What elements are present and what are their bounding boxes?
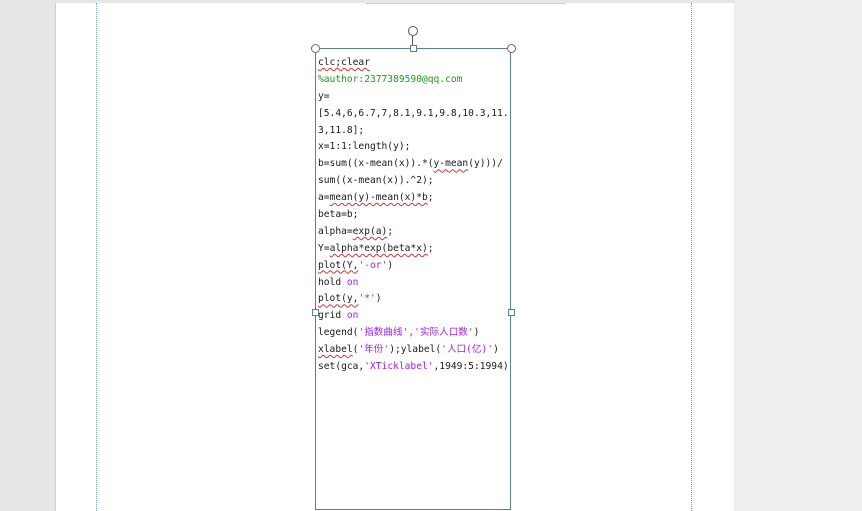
resize-handle-middle-left[interactable] <box>312 309 319 316</box>
code-line[interactable]: plot(Y,'-or') <box>318 258 510 275</box>
code-token: '指数曲线','实际人口数' <box>358 327 474 339</box>
left-margin-guide <box>96 3 97 511</box>
code-token: hold <box>318 276 347 288</box>
code-line[interactable]: plot(y,'*') <box>318 291 510 308</box>
code-token: ; <box>427 192 434 204</box>
code-token: exp(a) <box>352 225 388 237</box>
code-token: ) <box>493 344 499 356</box>
code-token: %author:2377389590@qq.com <box>318 73 463 85</box>
code-line[interactable]: alpha=exp(a); <box>318 224 510 241</box>
code-token: legend( <box>318 327 359 339</box>
code-content[interactable]: clc;clear %author:2377389590@qq.com y= [5.4… <box>318 55 510 376</box>
code-token: b=sum((x-mean(x)).*( <box>318 158 434 170</box>
code-token: alpha*exp(beta*x) <box>329 242 428 254</box>
code-token: ) <box>387 259 394 271</box>
code-line[interactable]: x=1:1:length(y); <box>318 139 510 156</box>
code-token: );ylabel( <box>389 344 442 356</box>
right-margin-guide <box>691 3 692 511</box>
rotate-handle[interactable] <box>408 26 418 36</box>
code-line[interactable]: [5.4,6,6.7,7,8.1,9.1,9.8,10.3,11. <box>318 106 510 123</box>
code-token: plot(Y, <box>318 259 359 271</box>
code-token: set(gca, <box>318 361 365 373</box>
code-token: xlabel <box>318 344 353 356</box>
code-line[interactable]: grid on <box>318 308 510 325</box>
code-token: on <box>346 276 359 288</box>
code-token: (y)))/ <box>468 158 503 170</box>
resize-handle-top-right[interactable] <box>507 44 516 53</box>
code-line[interactable]: b=sum((x-mean(x)).*(y-mean(y)))/ <box>318 156 510 173</box>
document-page[interactable]: clc;clear %author:2377389590@qq.com y= [5.4… <box>55 3 735 511</box>
code-line[interactable]: beta=b; <box>318 207 510 224</box>
code-token: ) <box>473 327 480 339</box>
resize-handle-top-left[interactable] <box>311 44 320 53</box>
code-line[interactable]: hold on <box>318 275 510 292</box>
resize-handle-top-center[interactable] <box>410 45 417 52</box>
code-line[interactable]: sum((x-mean(x)).^2); <box>318 173 510 190</box>
code-token: grid <box>318 310 347 322</box>
right-gutter <box>734 0 862 511</box>
code-line[interactable]: %author:2377389590@qq.com <box>318 72 510 89</box>
code-line[interactable]: clc;clear <box>318 55 510 72</box>
code-line[interactable]: xlabel('年份');ylabel('人口(亿)') <box>318 342 510 359</box>
code-token: '-or' <box>358 259 388 271</box>
code-token: x=1:1:length(y); <box>318 141 411 153</box>
code-token: Y= <box>318 242 330 254</box>
code-token: beta=b; <box>318 209 359 221</box>
code-line[interactable]: legend('指数曲线','实际人口数') <box>318 325 510 342</box>
code-line[interactable]: 3,11.8]; <box>318 123 510 140</box>
resize-handle-middle-right[interactable] <box>508 309 515 316</box>
code-token: [5.4,6,6.7,7,8.1,9.1,9.8,10.3,11. <box>318 107 509 119</box>
code-token: 'XTicklabel' <box>364 361 434 373</box>
code-line[interactable]: y= <box>318 89 510 106</box>
code-token: mean(y)-mean(x)*b <box>329 192 428 204</box>
code-token: ) <box>375 293 382 305</box>
code-line[interactable]: set(gca,'XTicklabel',1949:5:1994) <box>318 359 510 376</box>
code-token: y= <box>318 90 330 102</box>
code-token: '*' <box>358 293 376 305</box>
code-token: '年份' <box>358 344 390 356</box>
code-token: 3,11.8]; <box>318 124 365 136</box>
code-token: ,1949:5:1994) <box>433 361 509 373</box>
code-token: y-mean <box>433 158 469 170</box>
code-token: a= <box>318 192 330 204</box>
code-token: on <box>346 310 359 322</box>
code-token: sum((x-mean(x)).^2); <box>318 175 434 187</box>
document-workspace: clc;clear %author:2377389590@qq.com y= [5.4… <box>0 0 862 511</box>
code-token: clc;clear <box>318 57 370 68</box>
code-textbox[interactable]: clc;clear %author:2377389590@qq.com y= [5.4… <box>315 48 511 510</box>
page-header-divider <box>366 3 566 4</box>
code-token: '人口(亿)' <box>441 344 494 356</box>
code-line[interactable]: Y=alpha*exp(beta*x); <box>318 241 510 258</box>
code-token: plot(y, <box>318 293 359 305</box>
code-token: ; <box>387 225 394 237</box>
code-line[interactable]: a=mean(y)-mean(x)*b; <box>318 190 510 207</box>
code-token: ; <box>427 242 434 254</box>
code-token: alpha= <box>318 225 353 237</box>
